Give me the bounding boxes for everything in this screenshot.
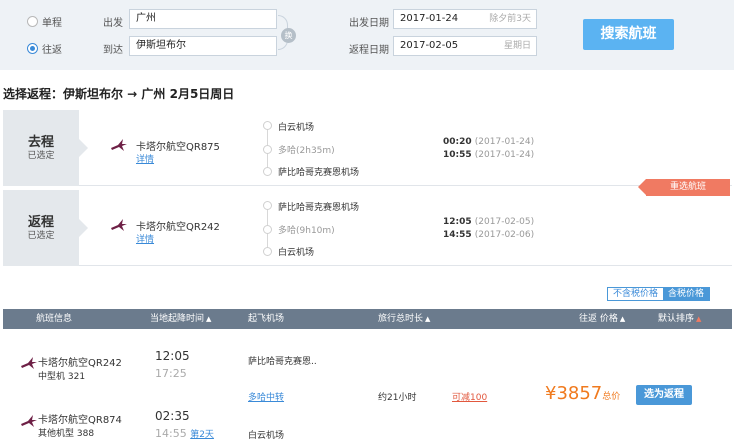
header-local-time[interactable]: 当地起降时间 ▲	[150, 309, 211, 329]
row-arrival-time-value: 14:55	[155, 427, 187, 440]
airline-logo-icon	[111, 139, 127, 151]
route-dot-origin	[263, 121, 272, 130]
flight-row: 卡塔尔航空QR242 中型机 321 12:05 17:25 萨比哈哥克赛恩..…	[3, 340, 732, 405]
route-dot-destination	[263, 247, 272, 256]
route-dot-destination	[263, 167, 272, 176]
round-trip-radio-circle[interactable]	[27, 43, 38, 54]
depart-date-hint: 除夕前3天	[489, 14, 531, 24]
header-duration[interactable]: 旅行总时长 ▲	[378, 309, 430, 329]
search-flights-button[interactable]: 搜索航班	[583, 19, 674, 50]
sort-arrow-icon: ▲	[619, 315, 626, 323]
route-destination: 萨比哈哥克赛恩机场	[278, 168, 360, 178]
return-date-value: 2017-02-05	[400, 40, 459, 51]
return-date-hint: 星期日	[503, 41, 531, 51]
row-airline: 卡塔尔航空QR874	[38, 415, 122, 426]
selected-trip-return: 返程 已选定 卡塔尔航空QR242 详情 萨比哈哥克赛恩机场 多哈(9h10m)…	[3, 190, 732, 266]
one-way-radio[interactable]: 单程	[27, 14, 62, 29]
next-day-badge: 第2天	[190, 430, 214, 440]
row-price-value: ¥3857	[545, 383, 603, 404]
arrival-date: (2017-01-24)	[474, 150, 535, 160]
trip-airline: 卡塔尔航空QR875	[136, 142, 220, 153]
trip-detail-link[interactable]: 详情	[136, 152, 154, 165]
round-trip-radio[interactable]: 往返	[27, 41, 62, 56]
return-date-input[interactable]: 2017-02-05 星期日	[393, 36, 537, 56]
page-title: 选择返程：伊斯坦布尔 → 广州 2月5日周日	[3, 87, 235, 101]
trip-departure-time: 00:20 (2017-01-24)	[443, 137, 534, 147]
route-dot-stop	[263, 225, 272, 234]
departure-time: 12:05	[443, 217, 472, 227]
header-flight-info: 航班信息	[36, 314, 73, 324]
trip-airline: 卡塔尔航空QR242	[136, 222, 220, 233]
header-duration-label: 旅行总时长	[378, 314, 424, 324]
row-price: ¥3857总价	[545, 383, 620, 404]
round-trip-label: 往返	[42, 45, 62, 56]
trip-tag: 返程 已选定	[3, 190, 88, 266]
route-destination: 白云机场	[278, 248, 315, 258]
swap-icon[interactable]: 换	[281, 28, 296, 43]
route-origin: 白云机场	[278, 123, 315, 133]
route-dot-stop	[263, 145, 272, 154]
trip-departure-time: 12:05 (2017-02-05)	[443, 217, 534, 227]
trip-tag: 去程 已选定	[3, 110, 88, 186]
from-input-value: 广州	[136, 13, 156, 24]
route-stop: 多哈(2h35m)	[278, 146, 335, 156]
trip-tag-subtitle: 已选定	[27, 151, 55, 161]
selected-trip-outbound: 去程 已选定 卡塔尔航空QR875 详情 白云机场 多哈(2h35m) 萨比哈哥…	[3, 110, 732, 186]
header-price[interactable]: 往返 价格 ▲	[579, 309, 625, 329]
results-table-header: 航班信息 当地起降时间 ▲ 起飞机场 旅行总时长 ▲ 往返 价格 ▲ 默认排序 ▲	[3, 309, 732, 329]
depart-date-label: 出发日期	[349, 18, 389, 29]
to-label: 到达	[103, 45, 123, 56]
trip-tag-subtitle: 已选定	[27, 231, 55, 241]
header-default-sort-label: 默认排序	[658, 314, 695, 324]
depart-date-value: 2017-01-24	[400, 13, 459, 24]
row-departure-time: 12:05	[155, 349, 190, 363]
route-dot-origin	[263, 201, 272, 210]
arrival-time: 14:55	[443, 230, 472, 240]
airline-logo-icon	[21, 357, 37, 369]
departure-date: (2017-02-05)	[474, 217, 535, 227]
from-label: 出发	[103, 18, 123, 29]
row-airport: 白云机场	[248, 431, 285, 441]
header-default-sort[interactable]: 默认排序 ▲	[658, 309, 701, 329]
flight-row: 卡塔尔航空QR874 其他机型 388 02:35 14:55 第2天 白云机场	[3, 402, 732, 448]
from-input[interactable]: 广州	[129, 9, 277, 29]
row-airline: 卡塔尔航空QR242	[38, 358, 122, 369]
reselect-flights-button[interactable]: 重选航班	[638, 179, 730, 196]
row-arrival-time: 14:55 第2天	[155, 427, 214, 440]
price-toggle: 不含税价格 含税价格	[607, 287, 711, 301]
departure-date: (2017-01-24)	[474, 137, 535, 147]
search-panel: 单程 往返 出发 广州 到达 伊斯坦布尔 换 出发日期 2017-01-24 除…	[0, 0, 734, 70]
one-way-radio-circle[interactable]	[27, 16, 38, 27]
trip-arrival-time: 14:55 (2017-02-06)	[443, 230, 534, 240]
return-date-label: 返程日期	[349, 45, 389, 56]
arrival-time: 10:55	[443, 150, 472, 160]
airline-logo-icon	[111, 219, 127, 231]
arrival-date: (2017-02-06)	[474, 230, 535, 240]
one-way-label: 单程	[42, 18, 62, 29]
row-aircraft: 中型机 321	[38, 372, 86, 382]
header-price-label: 往返 价格	[579, 314, 618, 324]
airline-logo-icon	[21, 415, 37, 427]
exclude-tax-option[interactable]: 不含税价格	[608, 288, 664, 300]
route-stop: 多哈(9h10m)	[278, 226, 335, 236]
sort-arrow-icon: ▲	[425, 315, 431, 323]
to-input-value: 伊斯坦布尔	[136, 40, 186, 51]
row-price-unit: 总价	[602, 392, 621, 402]
row-departure-time: 02:35	[155, 409, 190, 423]
row-aircraft: 其他机型 388	[38, 429, 95, 439]
route-origin: 萨比哈哥克赛恩机场	[278, 203, 360, 213]
depart-date-input[interactable]: 2017-01-24 除夕前3天	[393, 9, 537, 29]
trip-arrival-time: 10:55 (2017-01-24)	[443, 150, 534, 160]
sort-arrow-icon: ▲	[696, 315, 702, 323]
row-airport: 萨比哈哥克赛恩..	[248, 357, 317, 367]
header-airports: 起飞机场	[248, 314, 285, 324]
departure-time: 00:20	[443, 137, 472, 147]
header-local-time-label: 当地起降时间	[150, 314, 205, 324]
row-arrival-time: 17:25	[155, 367, 187, 380]
include-tax-option[interactable]: 含税价格	[663, 288, 710, 300]
to-input[interactable]: 伊斯坦布尔	[129, 36, 277, 56]
sort-arrow-icon: ▲	[206, 315, 212, 323]
trip-detail-link[interactable]: 详情	[136, 232, 154, 245]
